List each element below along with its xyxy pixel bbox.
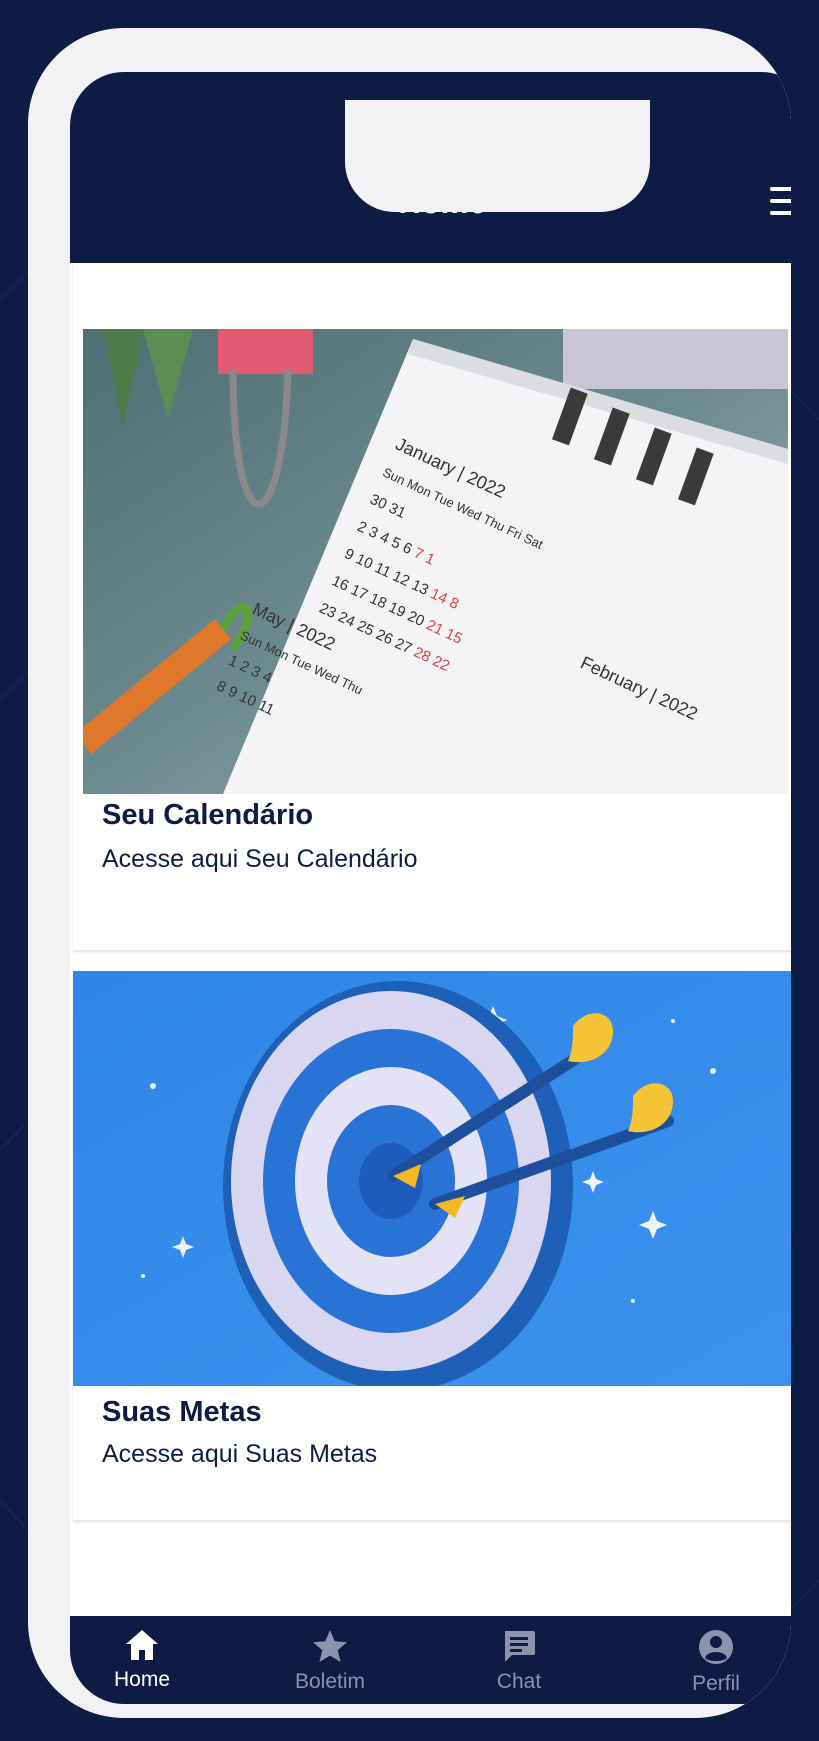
target-image [73,971,791,1386]
tab-boletim-label: Boletim [294,1670,366,1693]
card-title: Seu Calendário [102,799,314,831]
tab-chat-label: Chat [496,1670,542,1693]
star-icon [313,1630,347,1662]
goals-card[interactable]: Suas Metas Acesse aqui Suas Metas [73,971,791,1520]
calendar-card[interactable]: January | 2022 Sun Mon Tue Wed Thu Fri S… [73,263,791,950]
card-title: Suas Metas [102,1396,262,1428]
page: Home [0,0,819,1741]
card-subtitle: Acesse aqui Seu Calendário [102,845,418,873]
calendar-image: January | 2022 Sun Mon Tue Wed Thu Fri S… [83,329,788,794]
profile-icon [699,1630,733,1664]
bottom-tab-bar: Home Boletim Chat Perfil [70,1616,791,1704]
tab-boletim[interactable]: Boletim [270,1616,390,1704]
app-screen: Home [70,72,791,1704]
phone-notch [345,100,650,212]
home-content: January | 2022 Sun Mon Tue Wed Thu Fri S… [70,263,791,1520]
hamburger-menu-icon[interactable] [770,187,791,215]
tab-home-label: Home [113,1668,171,1691]
tab-chat[interactable]: Chat [459,1616,579,1704]
home-icon [126,1630,158,1660]
tab-home[interactable]: Home [82,1616,202,1704]
chat-icon [505,1631,535,1662]
phone-frame: Home [28,28,791,1718]
tab-perfil[interactable]: Perfil [656,1616,776,1704]
card-subtitle: Acesse aqui Suas Metas [102,1440,378,1468]
tab-perfil-label: Perfil [692,1672,740,1695]
